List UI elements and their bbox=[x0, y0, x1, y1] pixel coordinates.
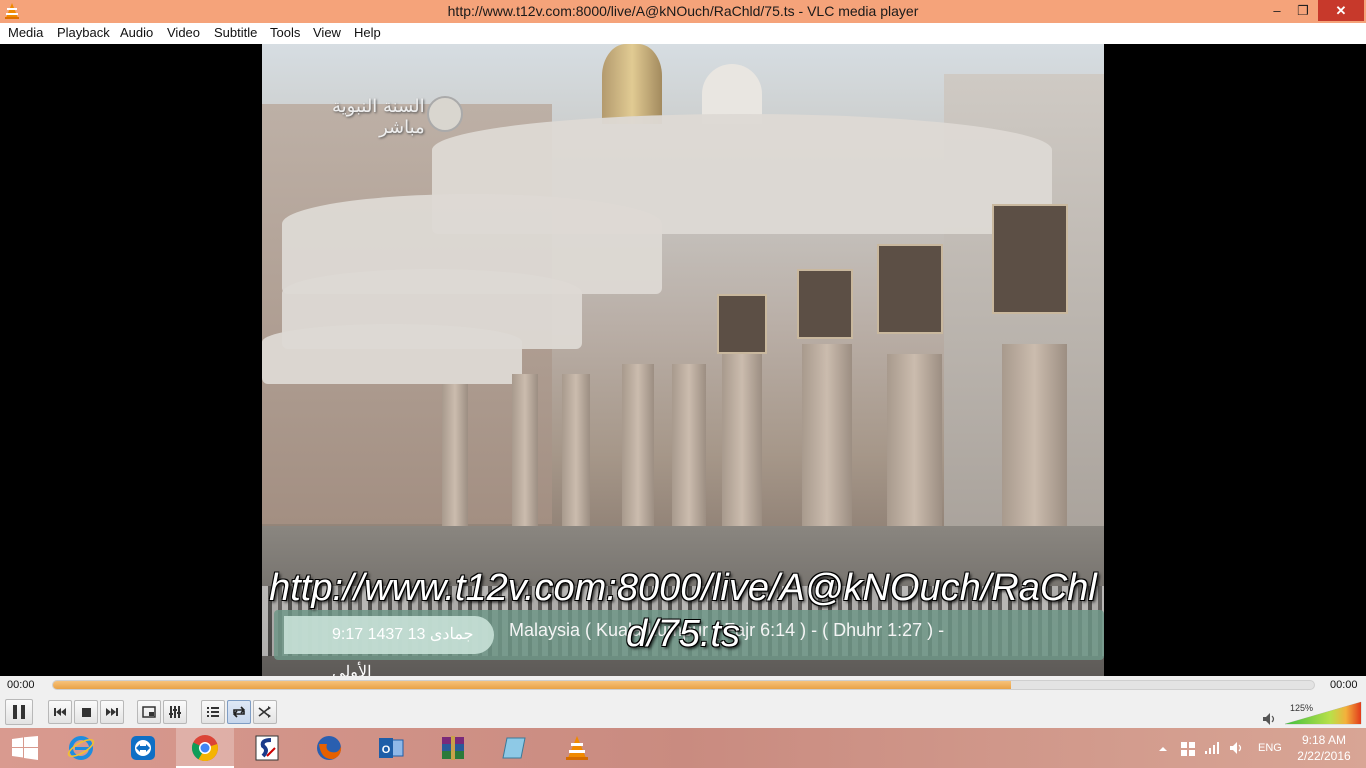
taskbar-teamviewer[interactable] bbox=[114, 728, 172, 768]
menu-view[interactable]: View bbox=[313, 25, 341, 40]
vlc-taskbar-icon bbox=[566, 736, 588, 760]
taskbar-outlook[interactable]: O bbox=[362, 728, 420, 768]
sumatra-pdf-icon bbox=[255, 735, 279, 761]
playlist-icon bbox=[207, 707, 219, 717]
action-center-icon[interactable] bbox=[1180, 741, 1196, 757]
next-icon bbox=[106, 708, 118, 716]
equalizer-icon bbox=[169, 706, 181, 718]
pause-button[interactable] bbox=[5, 699, 33, 725]
maximize-button[interactable]: ❐ bbox=[1290, 0, 1316, 21]
close-button[interactable]: ✕ bbox=[1318, 0, 1364, 21]
title-bar: http://www.t12v.com:8000/live/A@kNOuch/R… bbox=[0, 0, 1366, 23]
volume-tray-icon[interactable] bbox=[1229, 741, 1245, 755]
window-title: http://www.t12v.com:8000/live/A@kNOuch/R… bbox=[447, 3, 919, 19]
menu-video[interactable]: Video bbox=[167, 25, 200, 40]
internet-explorer-icon bbox=[67, 736, 95, 760]
speaker-icon[interactable] bbox=[1262, 712, 1278, 726]
minimize-button[interactable]: ‒ bbox=[1264, 0, 1290, 21]
taskbar-internet-explorer[interactable] bbox=[52, 728, 110, 768]
pause-icon bbox=[13, 705, 25, 719]
shuffle-button[interactable] bbox=[253, 700, 277, 724]
taskbar-firefox[interactable] bbox=[300, 728, 358, 768]
windows-icon bbox=[12, 736, 38, 760]
menu-tools[interactable]: Tools bbox=[270, 25, 300, 40]
taskbar-clock[interactable]: 9:18 AM 2/22/2016 bbox=[1296, 732, 1352, 764]
video-area[interactable]: السنة النبوية مباشر 9:17 1437 13 جمادى ا… bbox=[0, 44, 1366, 676]
notepad-icon bbox=[502, 737, 526, 759]
fullscreen-icon bbox=[142, 706, 156, 718]
channel-logo: السنة النبوية مباشر bbox=[332, 96, 425, 138]
firefox-icon bbox=[317, 736, 342, 760]
channel-emblem bbox=[427, 96, 463, 132]
teamviewer-icon bbox=[131, 736, 155, 760]
extended-settings-button[interactable] bbox=[163, 700, 187, 724]
control-bar bbox=[0, 696, 1366, 728]
taskbar: O ENG 9:18 AM 2/22/2016 bbox=[0, 728, 1366, 768]
menu-help[interactable]: Help bbox=[354, 25, 381, 40]
stop-icon bbox=[82, 708, 91, 717]
seek-progress bbox=[53, 681, 1012, 689]
fullscreen-button[interactable] bbox=[137, 700, 161, 724]
next-button[interactable] bbox=[100, 700, 124, 724]
taskbar-chrome[interactable] bbox=[176, 728, 234, 768]
taskbar-vlc[interactable] bbox=[548, 728, 606, 768]
taskbar-winrar[interactable] bbox=[424, 728, 482, 768]
stop-button[interactable] bbox=[74, 700, 98, 724]
volume-level: 125% bbox=[1290, 703, 1314, 713]
start-button[interactable] bbox=[0, 728, 50, 768]
svg-text:O: O bbox=[382, 744, 391, 756]
seek-row: 00:00 00:00 bbox=[0, 676, 1366, 696]
taskbar-notepad[interactable] bbox=[486, 728, 544, 768]
show-hidden-icons-icon[interactable] bbox=[1158, 744, 1168, 754]
loop-icon bbox=[232, 706, 246, 718]
winrar-icon bbox=[442, 736, 464, 760]
loop-button[interactable] bbox=[227, 700, 251, 724]
menu-playback[interactable]: Playback bbox=[57, 25, 110, 40]
taskbar-sumatra[interactable] bbox=[238, 728, 296, 768]
previous-button[interactable] bbox=[48, 700, 72, 724]
clock-time: 9:18 AM bbox=[1301, 733, 1347, 747]
previous-icon bbox=[54, 708, 66, 716]
shuffle-icon bbox=[258, 706, 271, 718]
chrome-icon bbox=[191, 735, 218, 762]
language-indicator[interactable]: ENG bbox=[1258, 742, 1282, 754]
osd-stream-url: http://www.t12v.com:8000/live/A@kNOuch/R… bbox=[269, 567, 1097, 655]
menu-bar: Media Playback Audio Video Subtitle Tool… bbox=[0, 23, 1366, 44]
network-icon[interactable] bbox=[1204, 741, 1220, 755]
menu-media[interactable]: Media bbox=[8, 25, 43, 40]
seek-slider[interactable] bbox=[52, 680, 1315, 690]
menu-audio[interactable]: Audio bbox=[120, 25, 153, 40]
elapsed-time: 00:00 bbox=[7, 679, 35, 691]
clock-date: 2/22/2016 bbox=[1297, 749, 1351, 763]
menu-subtitle[interactable]: Subtitle bbox=[214, 25, 257, 40]
playlist-button[interactable] bbox=[201, 700, 225, 724]
remaining-time: 00:00 bbox=[1330, 679, 1358, 691]
outlook-icon: O bbox=[379, 738, 404, 758]
